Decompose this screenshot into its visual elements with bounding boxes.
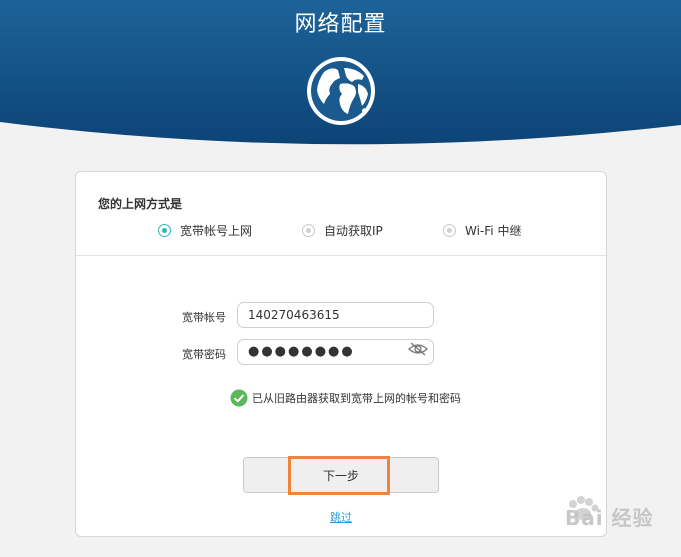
radio-unselected-icon [443, 223, 456, 237]
radio-selected-icon [158, 223, 171, 237]
radio-unselected-icon [302, 223, 315, 237]
section-divider [76, 255, 606, 256]
account-input[interactable]: 140270463615 [237, 302, 434, 328]
watermark-text: Bai 经验 [565, 506, 654, 530]
header-banner: 网络配置 [0, 0, 681, 160]
radio-wifi-relay-label: Wi-Fi 中继 [465, 223, 522, 238]
check-circle-icon [230, 389, 248, 407]
notice-text: 已从旧路由器获取到宽带上网的帐号和密码 [252, 392, 461, 405]
globe-icon [307, 57, 375, 125]
skip-link[interactable]: 跳过 [330, 509, 352, 525]
eye-slash-icon[interactable] [408, 342, 428, 356]
connection-mode-title: 您的上网方式是 [98, 197, 183, 211]
credentials-notice: 已从旧路由器获取到宽带上网的帐号和密码 [230, 389, 461, 407]
radio-pppoe[interactable]: 宽带帐号上网 [158, 222, 252, 238]
radio-dhcp-label: 自动获取IP [324, 223, 383, 238]
config-card: 您的上网方式是 宽带帐号上网 自动获取IP Wi-Fi 中继 宽带帐号 1402… [75, 171, 607, 537]
next-button[interactable]: 下一步 [243, 457, 439, 493]
page-title: 网络配置 [294, 12, 387, 37]
radio-pppoe-label: 宽带帐号上网 [180, 223, 253, 238]
account-label: 宽带帐号 [182, 311, 226, 324]
password-input[interactable]: ●●●●●●●● [237, 339, 434, 365]
radio-dhcp[interactable]: 自动获取IP [302, 222, 383, 238]
password-label: 宽带密码 [182, 348, 226, 361]
radio-wifi-relay[interactable]: Wi-Fi 中继 [443, 222, 521, 238]
